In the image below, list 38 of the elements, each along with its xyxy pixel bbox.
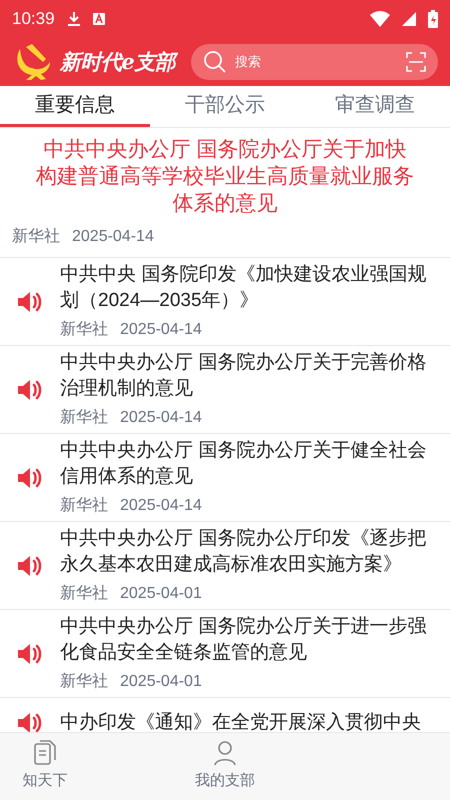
scan-icon[interactable] [406,52,426,72]
article-date: 2025-04-14 [72,227,154,247]
download-icon [66,11,81,27]
tab[interactable]: 干部公示 [150,86,300,127]
article-source: 新华社 [60,496,108,516]
article-title[interactable]: 中共中央办公厅 国务院办公厅关于完善价格治理机制的意见 [60,350,438,402]
article-date: 2025-04-01 [120,584,202,604]
document-icon [34,740,56,766]
people-icon [213,740,237,766]
article-date: 2025-04-14 [120,408,202,428]
app-title: 新时代e支部 [60,46,176,78]
article-title[interactable]: 中共中央 国务院印发《加快建设农业强国规划（2024—2035年）》 [60,262,438,314]
battery-icon [428,10,438,28]
article-date: 2025-04-14 [120,320,202,340]
tab[interactable]: 审查调查 [300,86,450,127]
wifi-icon [370,11,390,27]
article-source: 新华社 [60,320,108,340]
featured-headline[interactable]: 中共中央办公厅 国务院办公厅关于加快构建普通高等学校毕业生高质量就业服务体系的意见 [12,136,438,217]
search-field[interactable]: 搜索 [235,52,398,72]
article-source: 新华社 [60,584,108,604]
search-icon [203,50,228,74]
article-date: 2025-04-01 [120,672,202,692]
speaker-icon [16,710,44,732]
article-title[interactable]: 中共中央办公厅 国务院办公厅关于进一步强化食品安全全链条监管的意见 [60,614,438,666]
search-bar[interactable]: 搜索 [191,44,438,80]
article-title[interactable]: 中共中央办公厅 国务院办公厅印发《逐步把永久基本农田建成高标准农田实施方案》 [60,526,438,578]
article-source: 新华社 [60,672,108,692]
article-title[interactable]: 中共中央办公厅 国务院办公厅关于健全社会信用体系的意见 [60,438,438,490]
article-source: 新华社 [12,226,60,247]
signal-icon [402,12,416,26]
app-notification-icon [92,13,105,25]
article-date: 2025-04-14 [120,496,202,516]
nav-item[interactable]: 知天下 [0,733,90,800]
tab[interactable]: 重要信息 [0,86,150,127]
status-time: 10:39 [12,8,55,30]
article-title[interactable]: 中办印发《通知》在全党开展深入贯彻中央 [60,710,438,732]
article-source: 新华社 [60,408,108,428]
nav-item[interactable]: 我的支部 [180,733,270,800]
